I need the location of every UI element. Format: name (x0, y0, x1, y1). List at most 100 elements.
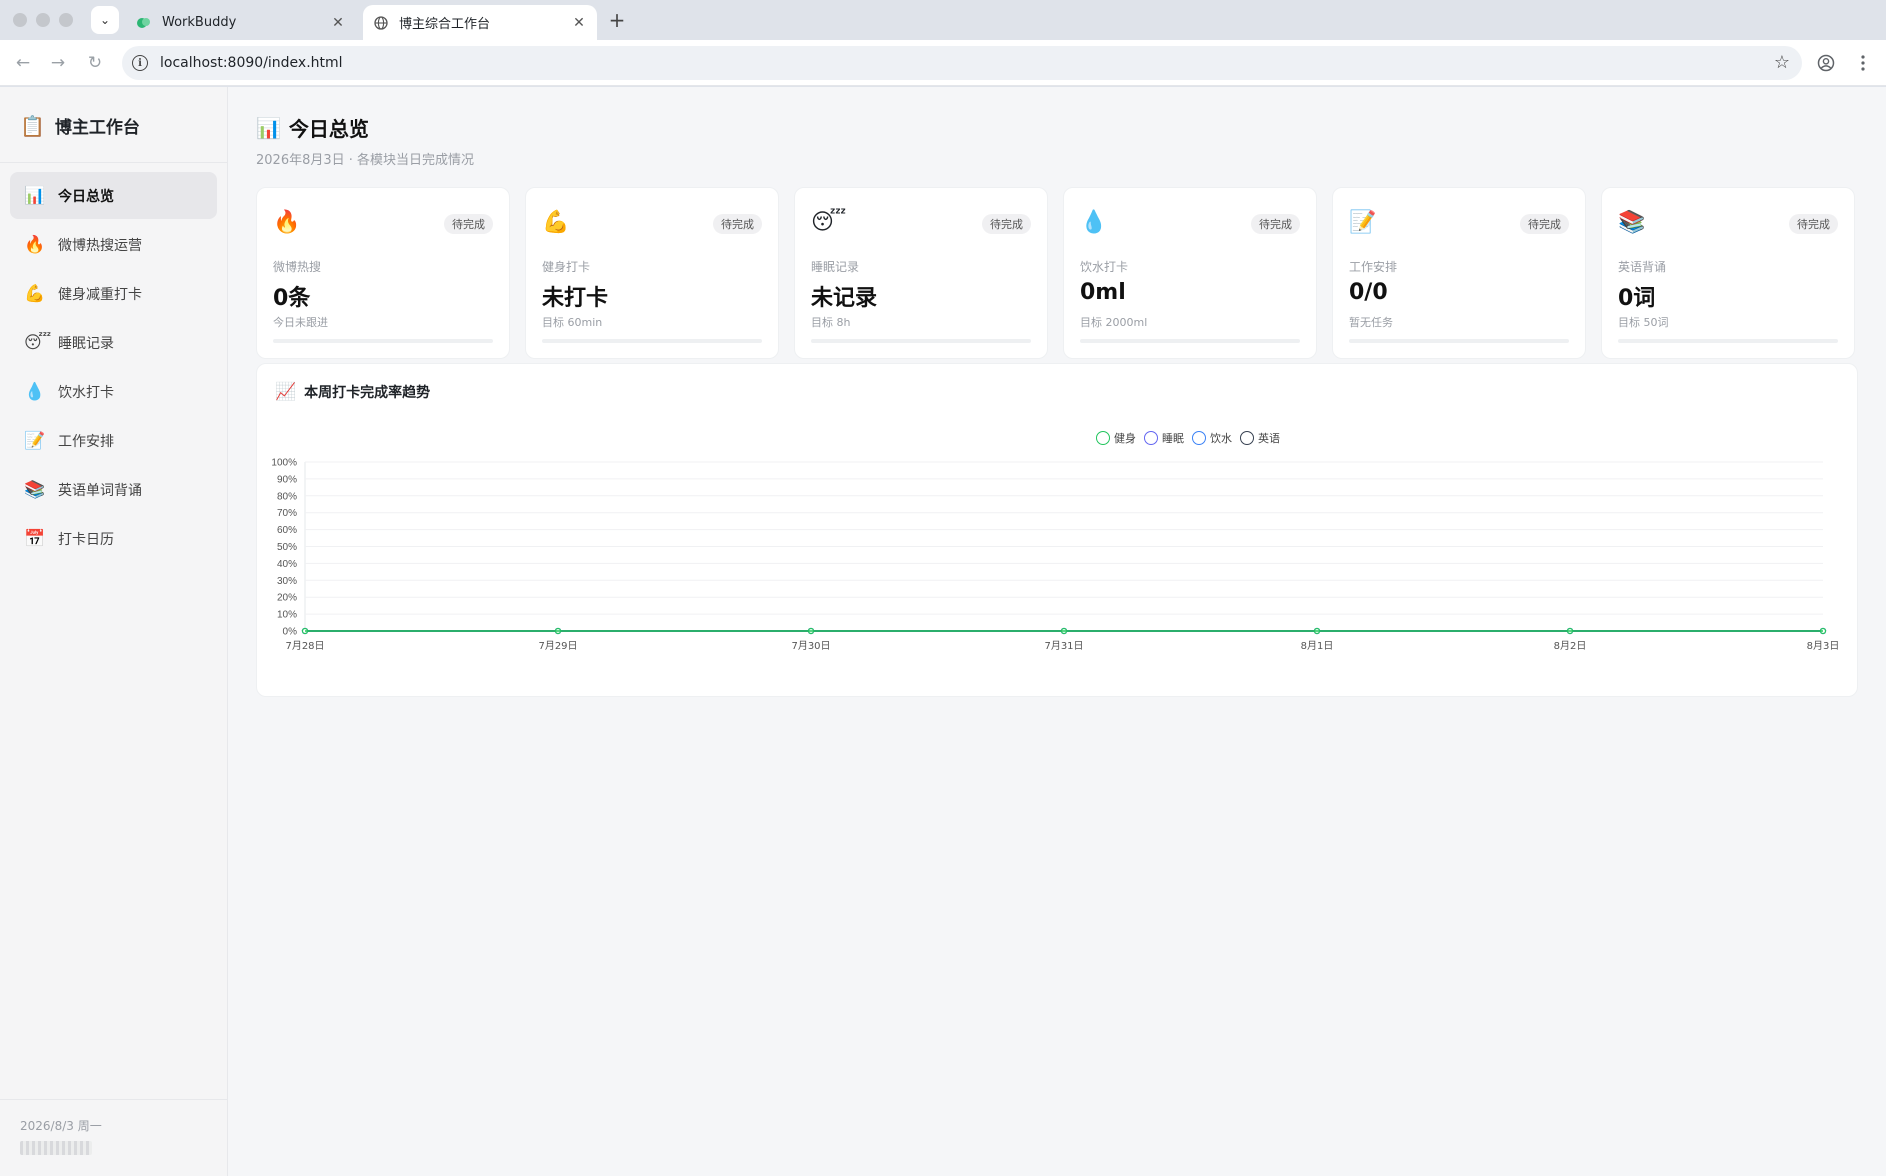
calendar-icon: 📅 (24, 528, 46, 549)
card-note: 目标 60min (542, 316, 603, 329)
tab-dashboard[interactable]: 博主综合工作台 ✕ (363, 5, 597, 40)
window-close-button[interactable] (13, 13, 27, 27)
sidebar-item-english[interactable]: 📚 英语单词背诵 (10, 466, 217, 513)
divider (0, 1099, 227, 1100)
sidebar-item-fitness[interactable]: 💪 健身减重打卡 (10, 270, 217, 317)
close-icon[interactable]: ✕ (330, 15, 346, 31)
x-tick-label: 7月30日 (791, 640, 830, 652)
y-tick-label: 100% (271, 458, 297, 469)
main-content: 📊 今日总览 2026年8月3日 · 各模块当日完成情况 🔥 待完成 微博热搜 0条今… (228, 87, 1886, 1176)
y-tick-label: 70% (277, 508, 297, 519)
stat-card-weibo[interactable]: 🔥 待完成 微博热搜 0条 今日未跟进 (256, 187, 510, 359)
y-tick-label: 0% (283, 627, 298, 638)
status-badge: 待完成 (444, 214, 493, 234)
y-tick-label: 90% (277, 474, 297, 485)
chevron-down-icon: ⌄ (99, 13, 111, 27)
weekly-trend-chart: 📈 本周打卡完成率趋势 健身 睡眠 饮水 英语 0% 10% 20% 30% 40% 50% 60… (256, 363, 1858, 697)
sidebar-footer-redacted (20, 1141, 92, 1155)
sidebar-item-label: 饮水打卡 (58, 384, 114, 401)
memo-icon: 📝 (24, 430, 46, 451)
stat-card-sleep[interactable]: 😴 待完成 睡眠记录 未记录 目标 8h (794, 187, 1048, 359)
y-tick-label: 40% (277, 559, 297, 570)
sidebar-item-label: 健身减重打卡 (58, 286, 142, 303)
tab-workbuddy[interactable]: WorkBuddy ✕ (126, 5, 356, 40)
progress-bar (542, 339, 762, 343)
page-title: 📊 今日总览 (256, 113, 369, 142)
tab-search-button[interactable]: ⌄ (91, 6, 119, 34)
chart-title-text: 本周打卡完成率趋势 (304, 385, 431, 401)
card-value: 未打卡 (542, 286, 609, 311)
tab-title: 博主综合工作台 (399, 17, 491, 32)
sidebar-item-overview[interactable]: 📊 今日总览 (10, 172, 217, 219)
sidebar-item-weibo-hot[interactable]: 🔥 微博热搜运营 (10, 221, 217, 268)
kebab-menu-icon[interactable] (1852, 52, 1874, 74)
x-tick-label: 7月28日 (285, 640, 324, 652)
progress-bar (1080, 339, 1300, 343)
card-note: 暂无任务 (1349, 316, 1393, 329)
new-tab-button[interactable]: + (605, 8, 629, 32)
stat-card-water[interactable]: 💧 待完成 饮水打卡 0ml 目标 2000ml (1063, 187, 1317, 359)
bookmark-star-icon[interactable]: ☆ (1774, 52, 1790, 73)
sidebar: 📋 博主工作台 📊 今日总览 🔥 微博热搜运营 💪 健身减重打卡 😴 睡眠记录 💧 饮水打卡 📝 工作… (0, 87, 228, 1176)
memo-icon: 📝 (1349, 210, 1377, 235)
y-tick-label: 20% (277, 593, 297, 604)
muscle-icon: 💪 (24, 283, 46, 304)
y-tick-label: 80% (277, 491, 297, 502)
bar-chart-icon: 📊 (256, 115, 281, 140)
reload-icon[interactable]: ↻ (84, 52, 106, 74)
trend-chart-icon: 📈 (275, 382, 297, 402)
status-badge: 待完成 (1520, 214, 1569, 234)
sidebar-item-label: 打卡日历 (58, 531, 114, 548)
globe-icon (373, 15, 389, 31)
card-value: 0词 (1618, 286, 1656, 311)
bar-chart-icon: 📊 (24, 185, 46, 206)
sidebar-item-label: 英语单词背诵 (58, 482, 142, 499)
books-icon: 📚 (24, 479, 46, 500)
stat-card-work[interactable]: 📝 待完成 工作安排 0/0 暂无任务 (1332, 187, 1586, 359)
app-root: 📋 博主工作台 📊 今日总览 🔥 微博热搜运营 💪 健身减重打卡 😴 睡眠记录 💧 饮水打卡 📝 工作… (0, 87, 1886, 1176)
progress-bar (1618, 339, 1838, 343)
card-note: 目标 50词 (1618, 316, 1669, 329)
x-tick-label: 7月31日 (1044, 640, 1083, 652)
y-tick-label: 60% (277, 525, 297, 536)
fire-icon: 🔥 (273, 210, 301, 235)
sidebar-item-sleep[interactable]: 😴 睡眠记录 (10, 319, 217, 366)
page-subtitle: 2026年8月3日 · 各模块当日完成情况 (256, 153, 475, 168)
progress-bar (811, 339, 1031, 343)
stat-card-english[interactable]: 📚 待完成 英语背诵 0词 目标 50词 (1601, 187, 1855, 359)
card-label: 健身打卡 (542, 260, 591, 274)
stat-card-fitness[interactable]: 💪 待完成 健身打卡 未打卡 目标 60min (525, 187, 779, 359)
brand: 📋 博主工作台 (20, 113, 140, 139)
card-label: 睡眠记录 (811, 260, 860, 274)
window-minimize-button[interactable] (36, 13, 50, 27)
fire-icon: 🔥 (24, 234, 46, 255)
sidebar-item-label: 工作安排 (58, 433, 114, 450)
profile-icon[interactable] (1815, 52, 1837, 74)
y-tick-label: 50% (277, 542, 297, 553)
brand-title: 博主工作台 (54, 118, 140, 138)
card-note: 今日未跟进 (273, 316, 328, 329)
window-zoom-button[interactable] (59, 13, 73, 27)
url-text[interactable]: localhost:8090/index.html (160, 55, 343, 71)
sidebar-footer-date: 2026/8/3 周一 (20, 1119, 102, 1133)
address-bar[interactable]: i localhost:8090/index.html ☆ (122, 46, 1802, 80)
card-value: 未记录 (811, 286, 878, 311)
divider (0, 162, 227, 163)
line-chart: 0% 10% 20% 30% 40% 50% 60% 70% 80% 90% 100% 7月28日 7月… (271, 458, 1840, 653)
clipboard-icon: 📋 (20, 113, 45, 138)
close-icon[interactable]: ✕ (571, 15, 587, 31)
card-value: 0/0 (1349, 280, 1388, 305)
sidebar-item-work[interactable]: 📝 工作安排 (10, 417, 217, 464)
sidebar-item-calendar[interactable]: 📅 打卡日历 (10, 515, 217, 562)
sidebar-item-water[interactable]: 💧 饮水打卡 (10, 368, 217, 415)
info-icon[interactable]: i (132, 55, 148, 71)
stat-cards: 🔥 待完成 微博热搜 0条 今日未跟进 💪 待完成 健身打卡 未打卡 目标 60min 😴 待完成 睡眠… (256, 187, 1858, 359)
workbuddy-logo-icon (136, 15, 152, 31)
sleep-icon: 😴 (811, 210, 847, 235)
sidebar-item-label: 睡眠记录 (58, 335, 114, 352)
books-icon: 📚 (1618, 210, 1646, 235)
browser-tab-bar: ⌄ WorkBuddy ✕ 博主综合工作台 ✕ + (0, 0, 1886, 40)
back-arrow-icon[interactable]: ← (12, 52, 34, 74)
forward-arrow-icon[interactable]: → (47, 52, 69, 74)
x-tick-label: 8月3日 (1807, 640, 1840, 652)
